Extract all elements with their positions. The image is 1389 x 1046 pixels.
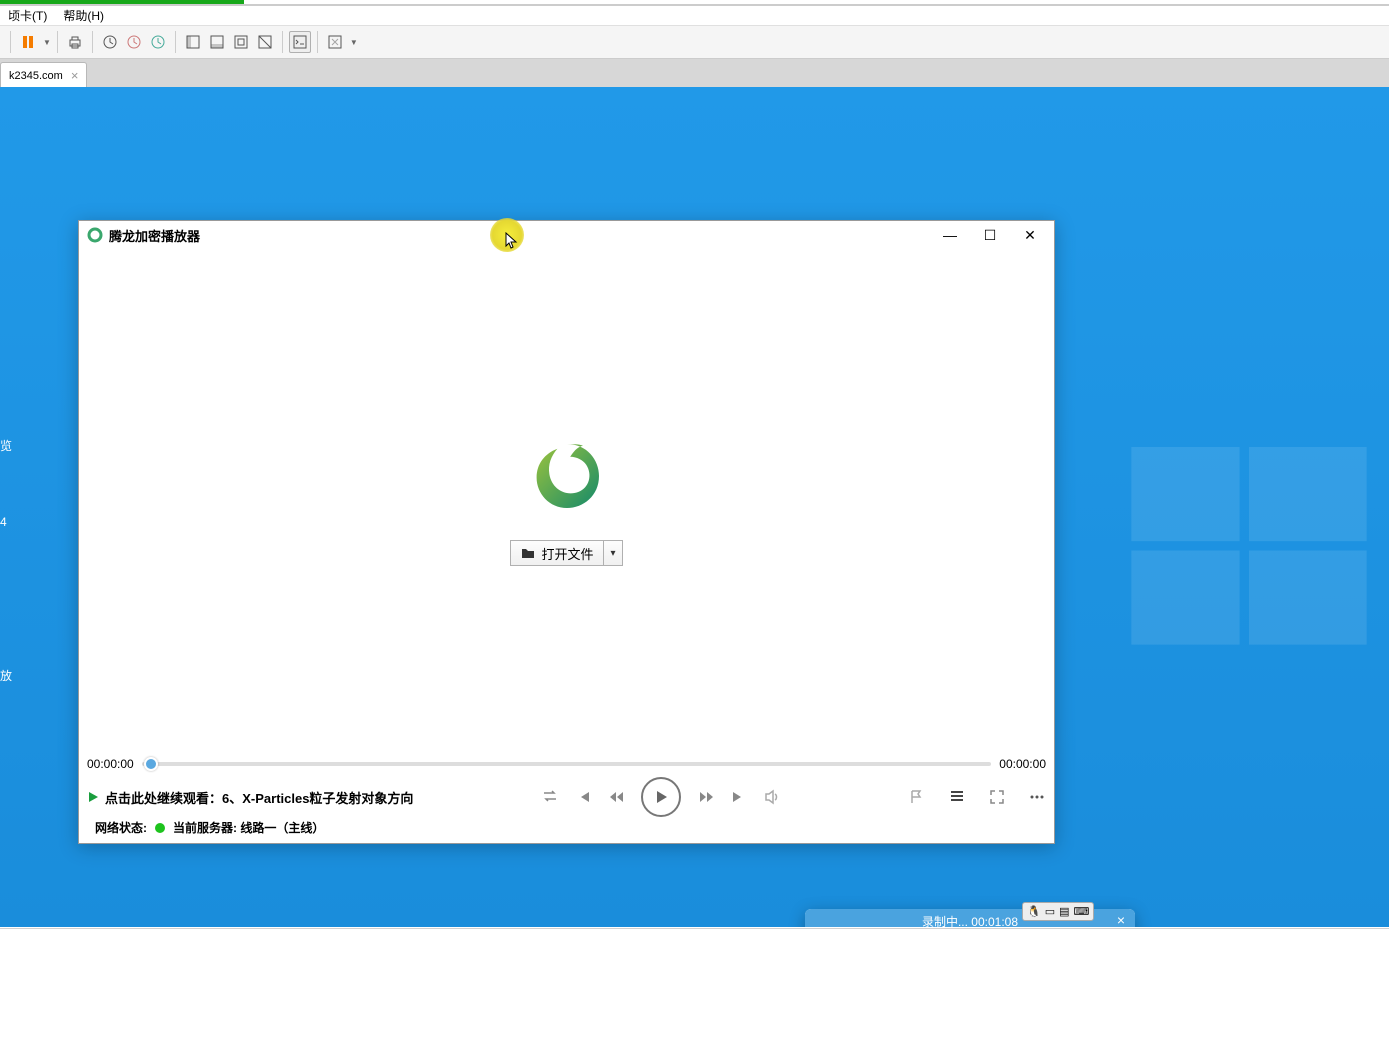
top-progress-bar xyxy=(0,0,244,4)
tab-2345[interactable]: k2345.com × xyxy=(0,62,87,88)
status-indicator-icon xyxy=(155,823,165,833)
system-tray[interactable]: 🐧 ▭ ▤ ⌨ xyxy=(1022,902,1094,921)
menu-bar: 顷卡(T) 帮助(H) xyxy=(0,4,1389,25)
next-track-icon[interactable] xyxy=(731,790,745,804)
time-total: 00:00:00 xyxy=(999,757,1046,771)
player-window: 腾龙加密播放器 — ☐ ✕ 打开文件 xyxy=(78,220,1055,844)
volume-icon[interactable] xyxy=(763,788,781,806)
more-icon[interactable] xyxy=(1028,788,1046,806)
layout-left-icon[interactable] xyxy=(182,31,204,53)
maximize-button[interactable]: ☐ xyxy=(978,227,1002,244)
time-current: 00:00:00 xyxy=(87,757,134,771)
desktop-background: 览 4 放 腾龙加密播放器 — ☐ ✕ xyxy=(0,87,1389,927)
toolbar: ▼ ▼ xyxy=(0,25,1389,59)
dropdown-arrow-icon[interactable]: ▼ xyxy=(43,38,51,47)
playlist-icon[interactable] xyxy=(948,788,966,806)
recorder-status-text: 录制中... 00:01:08 xyxy=(922,915,1018,927)
player-content: 打开文件 ▾ xyxy=(79,249,1054,753)
tab-bar: k2345.com × xyxy=(0,59,1389,89)
player-controls: 00:00:00 00:00:00 点击此处继续观看：6、X-Particles… xyxy=(79,753,1054,843)
open-file-dropdown[interactable]: ▾ xyxy=(603,541,621,565)
desktop-icon-label: 放 xyxy=(0,667,12,684)
fullscreen-icon-button[interactable] xyxy=(324,31,346,53)
windows-logo-icon xyxy=(1129,447,1369,647)
layout-crossed-icon[interactable] xyxy=(254,31,276,53)
fullscreen-icon[interactable] xyxy=(988,788,1006,806)
history-icon-button[interactable] xyxy=(99,31,121,53)
print-icon-button[interactable] xyxy=(64,31,86,53)
tab-close-icon[interactable]: × xyxy=(71,68,79,83)
resume-icon-button[interactable] xyxy=(123,31,145,53)
tray-penguin-icon[interactable]: 🐧 xyxy=(1027,905,1041,918)
menu-help[interactable]: 帮助(H) xyxy=(55,5,112,26)
cursor-icon xyxy=(505,232,519,250)
bottom-panel xyxy=(0,928,1389,1042)
layout-bottom-icon[interactable] xyxy=(206,31,228,53)
progress-slider[interactable] xyxy=(142,762,992,766)
window-title: 腾龙加密播放器 xyxy=(109,226,200,245)
sync-icon-button[interactable] xyxy=(147,31,169,53)
repeat-icon[interactable] xyxy=(541,788,559,806)
tray-keyboard-icon[interactable]: ⌨ xyxy=(1074,905,1090,918)
forward-icon[interactable] xyxy=(699,790,713,804)
open-file-label: 打开文件 xyxy=(541,544,593,563)
menu-card[interactable]: 顷卡(T) xyxy=(0,5,55,26)
tab-label: k2345.com xyxy=(9,70,63,82)
play-button[interactable] xyxy=(641,777,681,817)
player-titlebar[interactable]: 腾龙加密播放器 — ☐ ✕ xyxy=(79,221,1054,249)
pause-icon-button[interactable] xyxy=(17,31,39,53)
rewind-icon[interactable] xyxy=(609,790,623,804)
flag-icon[interactable] xyxy=(908,788,926,806)
layout-focus-icon[interactable] xyxy=(230,31,252,53)
console-icon-button[interactable] xyxy=(289,31,311,53)
desktop-icon-label: 览 xyxy=(0,437,12,454)
folder-icon xyxy=(521,547,535,559)
progress-thumb[interactable] xyxy=(144,757,158,771)
desktop-icon-label: 4 xyxy=(0,515,7,529)
app-logo-icon xyxy=(87,227,103,243)
recorder-close-icon[interactable]: × xyxy=(1117,912,1125,927)
open-file-button[interactable]: 打开文件 ▾ xyxy=(510,540,622,566)
player-logo-icon xyxy=(527,436,607,516)
continue-watch-link[interactable]: 点击此处继续观看：6、X-Particles粒子发射对象方向 xyxy=(105,788,413,807)
tray-item-icon[interactable]: ▤ xyxy=(1059,905,1069,918)
close-button[interactable]: ✕ xyxy=(1018,227,1042,244)
dropdown-arrow-icon[interactable]: ▼ xyxy=(350,38,358,47)
server-label: 当前服务器: 线路一（主线） xyxy=(173,819,324,836)
prev-track-icon[interactable] xyxy=(577,790,591,804)
play-arrow-icon xyxy=(87,791,99,803)
tray-item-icon[interactable]: ▭ xyxy=(1045,905,1055,918)
minimize-button[interactable]: — xyxy=(938,227,962,243)
network-status-label: 网络状态: xyxy=(95,819,147,836)
